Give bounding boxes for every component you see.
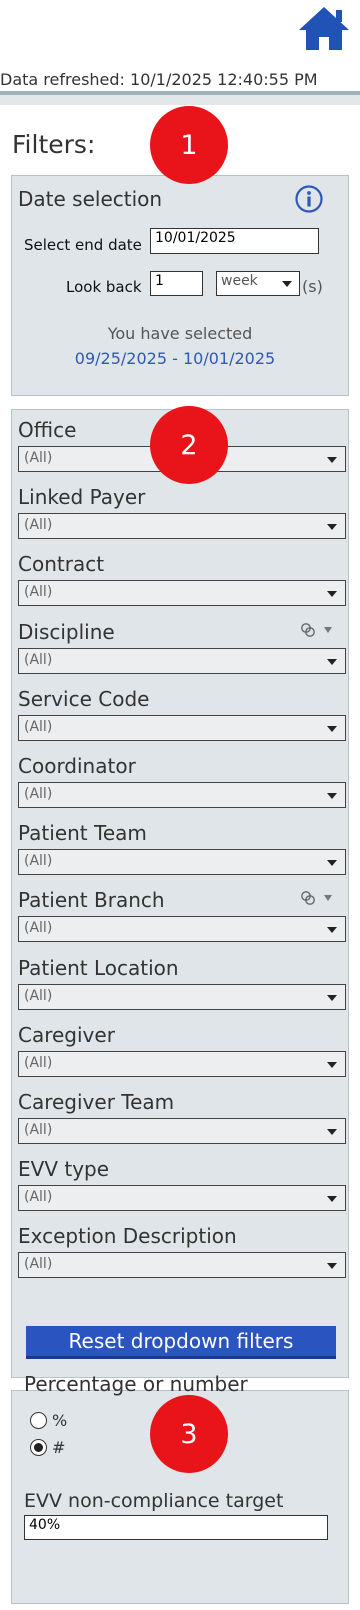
non-compliance-target-input[interactable]: 40%	[24, 1515, 328, 1540]
selected-label: You have selected	[107, 324, 253, 343]
radio-percent[interactable]	[30, 1412, 47, 1429]
chevron-down-icon	[327, 524, 337, 530]
dropdown-value: (All)	[24, 652, 53, 668]
chevron-down-icon	[327, 1062, 337, 1068]
dropdown-label: Service Code	[18, 687, 150, 711]
radio-number-label: #	[52, 1438, 66, 1457]
lookback-input[interactable]: 1	[150, 271, 203, 296]
chevron-down-icon	[327, 457, 337, 463]
chevron-down-icon	[282, 281, 292, 287]
dropdown-label: Exception Description	[18, 1224, 237, 1248]
lookback-unit-suffix: (s)	[302, 277, 323, 296]
dropdown-value: (All)	[24, 988, 53, 1004]
chevron-down-icon	[327, 1263, 337, 1269]
dropdown-value: (All)	[24, 786, 53, 802]
radio-number[interactable]	[30, 1439, 47, 1456]
chevron-down-icon	[327, 1129, 337, 1135]
dropdown-value: (All)	[24, 1055, 53, 1071]
dropdown-value: (All)	[24, 450, 53, 466]
end-date-input[interactable]: 10/01/2025	[150, 228, 319, 254]
step-badge-3: 3	[150, 1395, 228, 1473]
dropdown-select[interactable]: (All)	[18, 648, 346, 674]
chevron-down-icon	[327, 860, 337, 866]
dropdown-label: EVV type	[18, 1157, 110, 1181]
lookback-label: Look back	[66, 278, 142, 296]
dropdown-value: (All)	[24, 1256, 53, 1272]
chevron-down-icon	[327, 995, 337, 1001]
filters-title: Filters:	[12, 130, 96, 159]
chevron-down-icon	[327, 1196, 337, 1202]
dropdown-label: Discipline	[18, 620, 115, 644]
non-compliance-target-label: EVV non-compliance target	[24, 1490, 284, 1512]
dropdown-label: Patient Branch	[18, 888, 165, 912]
dropdown-select[interactable]: (All)	[18, 1252, 346, 1278]
dropdown-select[interactable]: (All)	[18, 782, 346, 808]
data-refreshed-text: Data refreshed: 10/1/2025 12:40:55 PM	[0, 70, 318, 89]
dropdown-label: Coordinator	[18, 754, 136, 778]
dropdown-label: Office	[18, 418, 77, 442]
radio-percent-label: %	[52, 1411, 68, 1430]
dropdown-value: (All)	[24, 1122, 53, 1138]
dropdown-select[interactable]: (All)	[18, 916, 346, 942]
dropdown-select[interactable]: (All)	[18, 1118, 346, 1144]
dropdown-select[interactable]: (All)	[18, 1185, 346, 1211]
header-divider-shade	[0, 95, 360, 105]
chevron-down-icon	[327, 591, 337, 597]
dropdown-label: Caregiver	[18, 1023, 115, 1047]
dropdown-select[interactable]: (All)	[18, 984, 346, 1010]
chevron-down-icon	[327, 927, 337, 933]
dropdown-value: (All)	[24, 853, 53, 869]
dropdown-value: (All)	[24, 920, 53, 936]
dropdown-value: (All)	[24, 1189, 53, 1205]
dropdown-value: (All)	[24, 584, 53, 600]
dropdown-select[interactable]: (All)	[18, 1051, 346, 1077]
reset-dropdown-filters-button[interactable]: Reset dropdown filters	[26, 1326, 336, 1359]
dropdown-select[interactable]: (All)	[18, 849, 346, 875]
lookback-unit-select[interactable]: week	[216, 271, 300, 296]
chevron-down-icon	[327, 726, 337, 732]
dropdown-value: (All)	[24, 517, 53, 533]
dropdown-label: Patient Team	[18, 821, 147, 845]
home-icon[interactable]	[296, 4, 352, 52]
linked-filter-icon[interactable]	[300, 890, 334, 906]
chevron-down-icon	[327, 793, 337, 799]
dropdown-value: (All)	[24, 719, 53, 735]
step-badge-1: 1	[150, 106, 228, 184]
dropdown-label: Patient Location	[18, 956, 179, 980]
dropdown-label: Caregiver Team	[18, 1090, 175, 1114]
selected-date-range: 09/25/2025 - 10/01/2025	[74, 349, 276, 368]
lookback-unit-value: week	[221, 273, 258, 289]
dropdown-select[interactable]: (All)	[18, 513, 346, 539]
dropdown-select[interactable]: (All)	[18, 715, 346, 741]
dropdown-label: Contract	[18, 552, 105, 576]
dropdown-label: Linked Payer	[18, 485, 146, 509]
end-date-label: Select end date	[24, 236, 142, 254]
step-badge-2: 2	[150, 406, 228, 484]
percentage-or-number-title: Percentage or number	[24, 1372, 248, 1396]
info-icon[interactable]	[294, 184, 324, 214]
chevron-down-icon	[327, 659, 337, 665]
date-selection-title: Date selection	[18, 187, 163, 211]
linked-filter-icon[interactable]	[300, 622, 334, 638]
dropdown-select[interactable]: (All)	[18, 580, 346, 606]
